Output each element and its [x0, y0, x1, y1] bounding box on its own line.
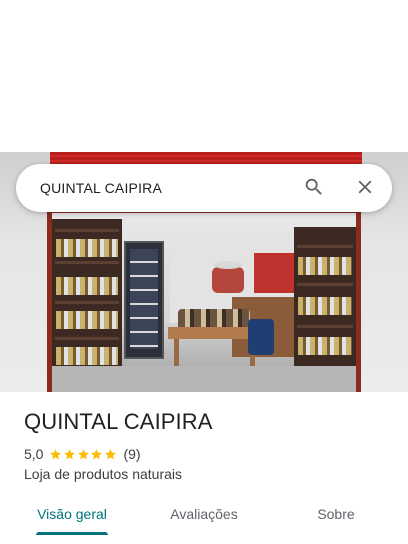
tab-reviews[interactable]: Avaliações — [156, 492, 252, 536]
star-icon — [63, 448, 77, 461]
star-icon — [104, 448, 118, 461]
search-input[interactable]: QUINTAL CAIPIRA — [40, 164, 162, 212]
storefront-graphic — [47, 210, 361, 392]
close-button[interactable] — [349, 172, 381, 204]
search-icon — [303, 176, 325, 201]
rating-value: 5,0 — [24, 446, 44, 462]
place-category: Loja de produtos naturais — [24, 466, 182, 482]
star-icon — [77, 448, 91, 461]
rating-stars — [49, 448, 117, 461]
tab-bar: Visão geral Avaliações Sobre — [0, 492, 408, 544]
review-count: (9) — [123, 446, 141, 462]
star-icon — [90, 448, 104, 461]
search-bar[interactable]: QUINTAL CAIPIRA — [16, 164, 392, 212]
place-title: QUINTAL CAIPIRA — [24, 409, 213, 434]
search-button[interactable] — [298, 172, 330, 204]
place-details-screen: QUINTAL CAIPIRA QUINTAL CAIPIRA 5,0 (9) … — [0, 0, 408, 544]
rating-row[interactable]: 5,0 (9) — [24, 445, 141, 463]
active-tab-indicator — [36, 532, 108, 535]
tab-overview[interactable]: Visão geral — [24, 492, 120, 536]
tab-about[interactable]: Sobre — [288, 492, 384, 536]
star-icon — [49, 448, 63, 461]
close-icon — [354, 176, 376, 201]
